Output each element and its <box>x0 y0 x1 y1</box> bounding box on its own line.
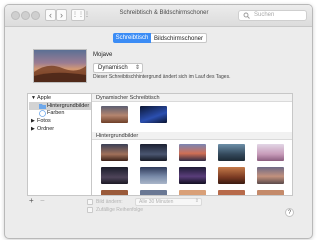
add-remove-controls: + − <box>27 197 49 205</box>
sidebar-item-backgrounds[interactable]: Hintergrundbilder <box>47 103 89 109</box>
preferences-window: ‹ › ⋮⋮⋮ Schreibtisch & Bildschirmschoner… <box>4 4 313 239</box>
wallpaper-thumb[interactable] <box>179 144 206 161</box>
wallpaper-thumb[interactable] <box>218 190 245 195</box>
chevron-right-icon: › <box>60 10 63 20</box>
wallpaper-mode-select[interactable]: Dynamisch ⇕ <box>93 63 143 73</box>
updown-chevron-icon: ⇕ <box>194 198 199 204</box>
wallpaper-thumb[interactable] <box>218 144 245 161</box>
random-order-label: Zufällige Reihenfolge <box>96 207 143 213</box>
wallpaper-thumb[interactable] <box>101 167 128 184</box>
back-button[interactable]: ‹ <box>45 9 56 21</box>
wallpaper-thumb[interactable] <box>140 190 167 195</box>
wallpaper-thumb[interactable] <box>140 144 167 161</box>
wallpaper-thumb[interactable] <box>218 167 245 184</box>
wallpaper-thumb-mojave[interactable] <box>101 106 128 123</box>
remove-folder-button[interactable]: − <box>40 197 45 205</box>
wallpaper-thumb[interactable] <box>179 190 206 195</box>
interval-value: Alle 30 Minuten <box>139 199 174 205</box>
forward-button[interactable]: › <box>56 9 67 21</box>
show-all-button[interactable]: ⋮⋮⋮ <box>71 9 90 21</box>
zoom-button[interactable] <box>31 11 40 20</box>
wallpaper-thumb[interactable] <box>101 144 128 161</box>
random-order-checkbox[interactable] <box>87 207 93 213</box>
window-title: Schreibtisch & Bildschirmschoner <box>119 10 209 16</box>
wallpaper-thumb[interactable] <box>179 167 206 184</box>
title-bar: ‹ › ⋮⋮⋮ Schreibtisch & Bildschirmschoner… <box>5 5 312 27</box>
wallpaper-thumb[interactable] <box>257 190 284 195</box>
sidebar-item-colors[interactable]: Farben <box>47 110 64 116</box>
sidebar-group-folders[interactable]: Ordner <box>37 126 54 132</box>
help-button[interactable]: ? <box>285 208 294 217</box>
wallpaper-thumb[interactable] <box>101 190 128 195</box>
search-placeholder: Suchen <box>254 12 275 18</box>
section-header-backgrounds: Hintergrundbilder <box>92 132 292 140</box>
section-header-dynamic: Dynamischer Schreibtisch <box>92 94 292 102</box>
tab-screensaver[interactable]: Bildschirmschoner <box>151 33 207 43</box>
disclosure-right-icon[interactable]: ▶ <box>31 126 35 132</box>
change-picture-label: Bild ändern: <box>96 199 123 205</box>
sidebar-group-apple[interactable]: Apple <box>37 95 51 101</box>
wallpaper-description: Dieser Schreibtischhintergrund ändert si… <box>93 74 231 80</box>
chevron-left-icon: ‹ <box>49 10 52 20</box>
disclosure-right-icon[interactable]: ▶ <box>31 118 35 124</box>
sidebar-group-photos[interactable]: Fotos <box>37 118 51 124</box>
change-picture-checkbox[interactable] <box>87 199 93 205</box>
search-icon <box>243 12 250 19</box>
wallpaper-thumb-blue[interactable] <box>140 106 167 123</box>
wallpaper-thumb[interactable] <box>257 167 284 184</box>
wallpaper-name: Mojave <box>93 52 113 58</box>
wallpaper-browser: Dynamischer Schreibtisch Hintergrundbild… <box>92 93 293 196</box>
add-folder-button[interactable]: + <box>29 197 34 205</box>
grid-icon: ⋮⋮⋮ <box>72 12 90 18</box>
wallpaper-thumb[interactable] <box>257 144 284 161</box>
minimize-button[interactable] <box>21 11 30 20</box>
wallpaper-mode-value: Dynamisch <box>98 65 128 71</box>
wallpaper-preview <box>33 49 87 83</box>
wallpaper-thumb[interactable] <box>140 167 167 184</box>
disclosure-down-icon[interactable]: ▼ <box>31 95 36 101</box>
updown-chevron-icon: ⇕ <box>134 65 140 71</box>
source-list: ▼ Apple Hintergrundbilder Farben ▶ Fotos… <box>27 93 92 196</box>
interval-select[interactable]: Alle 30 Minuten ⇕ <box>135 198 202 206</box>
close-button[interactable] <box>11 11 20 20</box>
dune-image <box>34 65 86 82</box>
search-field[interactable]: Suchen <box>238 10 307 21</box>
tab-desktop[interactable]: Schreibtisch <box>113 33 151 43</box>
